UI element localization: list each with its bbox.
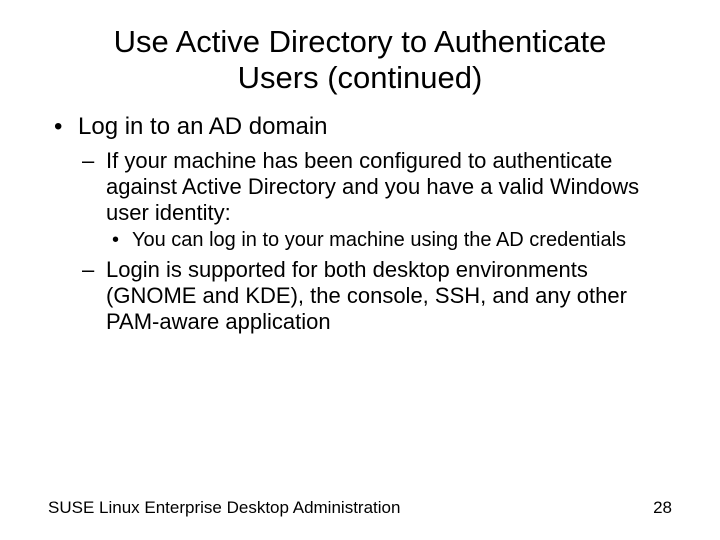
footer-left: SUSE Linux Enterprise Desktop Administra…	[48, 498, 400, 518]
slide-footer: SUSE Linux Enterprise Desktop Administra…	[48, 498, 672, 518]
bullet-level1: Log in to an AD domain If your machine h…	[48, 113, 672, 335]
slide: Use Active Directory to Authenticate Use…	[0, 0, 720, 540]
bullet-text: Login is supported for both desktop envi…	[106, 257, 627, 334]
title-line-2: Users (continued)	[238, 60, 483, 95]
bullet-level3: You can log in to your machine using the…	[106, 229, 672, 253]
bullet-text: You can log in to your machine using the…	[132, 229, 626, 251]
title-line-1: Use Active Directory to Authenticate	[114, 24, 607, 59]
bullet-text: If your machine has been configured to a…	[106, 148, 639, 225]
bullet-text: Log in to an AD domain	[78, 113, 328, 140]
slide-body: Log in to an AD domain If your machine h…	[0, 95, 720, 335]
bullet-level2: Login is supported for both desktop envi…	[78, 257, 672, 335]
slide-title: Use Active Directory to Authenticate Use…	[0, 0, 720, 95]
bullet-level2: If your machine has been configured to a…	[78, 148, 672, 253]
page-number: 28	[653, 498, 672, 518]
